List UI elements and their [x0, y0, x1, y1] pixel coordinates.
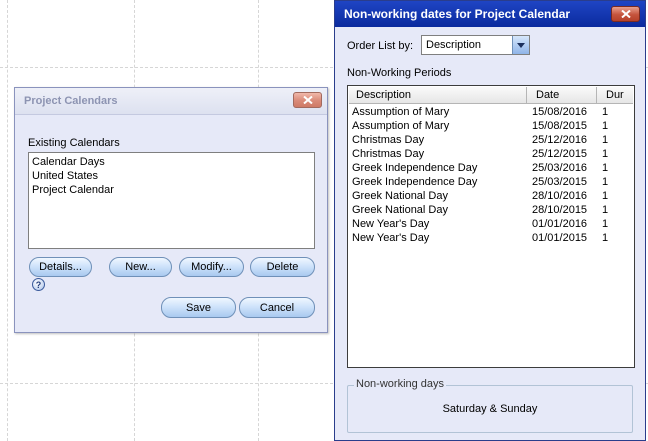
cell-date: 28/10/2016	[532, 190, 588, 202]
column-header-date[interactable]: Date	[527, 87, 597, 103]
title-bar[interactable]: Project Calendars	[15, 88, 327, 115]
close-button[interactable]	[611, 6, 640, 22]
table-row[interactable]: Christmas Day 25/12/2016 1	[352, 133, 632, 147]
dialog-title: Project Calendars	[24, 95, 118, 107]
cell-date: 25/12/2016	[532, 134, 588, 146]
cell-dur: 1	[602, 190, 609, 202]
cell-dur: 1	[602, 176, 609, 188]
cell-description: Assumption of Mary	[352, 120, 450, 132]
table-header: Description Date Dur	[349, 87, 633, 104]
project-calendars-dialog: Project Calendars Existing Calendars Cal…	[14, 87, 328, 333]
cell-date: 01/01/2015	[532, 232, 588, 244]
chevron-down-icon	[517, 42, 525, 48]
list-item[interactable]: United States	[32, 169, 311, 183]
modify-button[interactable]: Modify...	[179, 257, 244, 277]
cell-description: New Year's Day	[352, 218, 430, 230]
cell-description: Greek National Day	[352, 190, 448, 202]
table-row[interactable]: Assumption of Mary 15/08/2016 1	[352, 105, 632, 119]
table-body: Assumption of Mary 15/08/2016 1 Assumption…	[352, 105, 632, 245]
list-item[interactable]: Project Calendar	[32, 183, 311, 197]
cell-dur: 1	[602, 218, 609, 230]
cell-description: Christmas Day	[352, 148, 425, 160]
table-row[interactable]: Christmas Day 25/12/2015 1	[352, 147, 632, 161]
cell-description: Assumption of Mary	[352, 106, 450, 118]
cell-dur: 1	[602, 232, 609, 244]
dialog-title: Non-working dates for Project Calendar	[344, 7, 571, 21]
cell-description: Greek National Day	[352, 204, 448, 216]
cell-date: 25/12/2015	[532, 148, 588, 160]
existing-calendars-label: Existing Calendars	[28, 137, 120, 149]
cell-description: Greek Independence Day	[352, 176, 478, 188]
cell-dur: 1	[602, 148, 609, 160]
delete-button[interactable]: Delete	[250, 257, 315, 277]
table-row[interactable]: Greek Independence Day 25/03/2016 1	[352, 161, 632, 175]
title-bar[interactable]: Non-working dates for Project Calendar	[335, 1, 645, 27]
help-icon[interactable]: ?	[32, 278, 45, 291]
cancel-button[interactable]: Cancel	[239, 297, 315, 318]
table-row[interactable]: New Year's Day 01/01/2016 1	[352, 217, 632, 231]
cell-date: 25/03/2015	[532, 176, 588, 188]
cell-dur: 1	[602, 134, 609, 146]
table-row[interactable]: New Year's Day 01/01/2015 1	[352, 231, 632, 245]
cell-dur: 1	[602, 162, 609, 174]
calendars-list[interactable]: Calendar Days United States Project Cale…	[28, 152, 315, 249]
new-button[interactable]: New...	[109, 257, 172, 277]
non-working-days-value: Saturday & Sunday	[442, 403, 538, 415]
dropdown-button[interactable]	[512, 36, 529, 54]
cell-description: Christmas Day	[352, 134, 425, 146]
table-row[interactable]: Greek National Day 28/10/2016 1	[352, 189, 632, 203]
cell-date: 25/03/2016	[532, 162, 588, 174]
close-icon	[302, 96, 313, 104]
non-working-periods-table[interactable]: Description Date Dur Assumption of Mary 1…	[347, 85, 635, 368]
list-item[interactable]: Calendar Days	[32, 155, 311, 169]
order-by-select[interactable]: Description	[421, 35, 530, 55]
non-working-days-label: Non-working days	[354, 378, 447, 390]
cell-date: 01/01/2016	[532, 218, 588, 230]
close-button[interactable]	[293, 92, 322, 108]
non-working-periods-label: Non-Working Periods	[347, 67, 452, 79]
cell-description: Greek Independence Day	[352, 162, 478, 174]
order-by-value: Description	[426, 39, 482, 51]
cell-description: New Year's Day	[352, 232, 430, 244]
table-row[interactable]: Assumption of Mary 15/08/2015 1	[352, 119, 632, 133]
save-button[interactable]: Save	[161, 297, 236, 318]
column-header-dur[interactable]: Dur	[597, 87, 631, 103]
cell-dur: 1	[602, 106, 609, 118]
table-row[interactable]: Greek Independence Day 25/03/2015 1	[352, 175, 632, 189]
cell-date: 28/10/2015	[532, 204, 588, 216]
order-list-label: Order List by:	[347, 40, 414, 52]
cell-dur: 1	[602, 120, 609, 132]
table-row[interactable]: Greek National Day 28/10/2015 1	[352, 203, 632, 217]
close-icon	[620, 10, 631, 18]
cell-date: 15/08/2015	[532, 120, 588, 132]
non-working-dates-dialog: Non-working dates for Project Calendar O…	[334, 0, 646, 441]
column-header-description[interactable]: Description	[349, 87, 527, 103]
cell-date: 15/08/2016	[532, 106, 588, 118]
details-button[interactable]: Details...	[29, 257, 92, 277]
non-working-days-group: Non-working days Saturday & Sunday	[347, 378, 633, 433]
cell-dur: 1	[602, 204, 609, 216]
